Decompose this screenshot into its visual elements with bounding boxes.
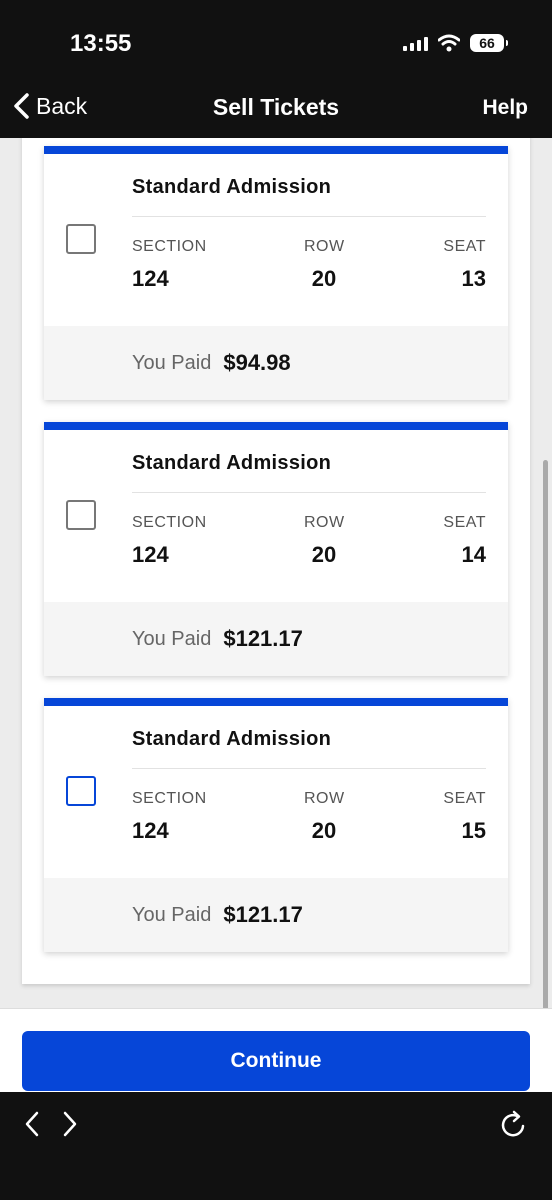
bottom-action-area: Continue <box>0 1008 552 1093</box>
ticket-card: Standard Admission SECTION 124 ROW 20 SE… <box>44 422 508 676</box>
section-column: SECTION 124 <box>132 514 207 568</box>
section-value: 124 <box>132 818 169 843</box>
divider <box>132 492 486 493</box>
seat-column: SEAT 15 <box>443 790 486 844</box>
row-column: ROW 20 <box>304 238 344 292</box>
ticket-type: Standard Admission <box>132 452 332 474</box>
row-column: ROW 20 <box>304 514 344 568</box>
nav-bar: Back Sell Tickets Help <box>0 80 552 138</box>
section-label: SECTION <box>132 790 207 807</box>
status-time: 13:55 <box>70 30 132 57</box>
paid-area: You Paid $121.17 <box>44 602 508 676</box>
row-label: ROW <box>304 238 345 255</box>
ticket-accent-bar <box>44 698 508 706</box>
paid-area: You Paid $121.17 <box>44 878 508 952</box>
ticket-list-area[interactable]: Standard Admission SECTION 124 ROW 20 SE… <box>0 138 552 1008</box>
you-paid-label: You Paid <box>132 903 212 926</box>
reload-button[interactable] <box>496 1106 532 1142</box>
you-paid-label: You Paid <box>132 351 212 374</box>
battery-icon: 66 <box>470 34 508 52</box>
ticket-type: Standard Admission <box>132 176 332 198</box>
status-bar: 13:55 66 <box>0 0 552 80</box>
row-label: ROW <box>304 790 345 807</box>
continue-button[interactable]: Continue <box>22 1031 530 1091</box>
section-column: SECTION 124 <box>132 238 207 292</box>
seat-column: SEAT 13 <box>443 238 486 292</box>
you-paid-label: You Paid <box>132 627 212 650</box>
page-title: Sell Tickets <box>212 94 340 120</box>
paid-area: You Paid $94.98 <box>44 326 508 400</box>
ticket-accent-bar <box>44 146 508 154</box>
seat-label: SEAT <box>443 790 486 807</box>
ticket-type: Standard Admission <box>132 728 332 750</box>
row-value: 20 <box>311 818 337 843</box>
ticket-panel: Standard Admission SECTION 124 ROW 20 SE… <box>22 138 530 984</box>
paid-value: $121.17 <box>223 626 303 651</box>
ticket-checkbox[interactable] <box>66 776 96 806</box>
seat-label: SEAT <box>443 238 486 255</box>
seat-value: 15 <box>461 818 486 843</box>
chevron-right-icon <box>63 1111 77 1137</box>
scrollbar[interactable] <box>543 460 548 1008</box>
row-value: 20 <box>311 542 337 567</box>
seat-label: SEAT <box>443 514 486 531</box>
help-button[interactable]: Help <box>482 96 528 120</box>
ticket-card: Standard Admission SECTION 124 ROW 20 SE… <box>44 698 508 952</box>
chevron-left-icon <box>25 1111 39 1137</box>
ticket-accent-bar <box>44 422 508 430</box>
divider <box>132 216 486 217</box>
ticket-card: Standard Admission SECTION 124 ROW 20 SE… <box>44 146 508 400</box>
paid-value: $94.98 <box>223 350 291 375</box>
row-label: ROW <box>304 514 345 531</box>
paid-value: $121.17 <box>223 902 303 927</box>
section-value: 124 <box>132 266 169 291</box>
ticket-checkbox[interactable] <box>66 224 96 254</box>
browser-toolbar <box>0 1092 552 1200</box>
divider <box>132 768 486 769</box>
section-label: SECTION <box>132 238 207 255</box>
section-label: SECTION <box>132 514 207 531</box>
row-column: ROW 20 <box>304 790 344 844</box>
status-icons: 66 <box>403 34 508 52</box>
seat-value: 14 <box>461 542 486 567</box>
section-value: 124 <box>132 542 169 567</box>
section-column: SECTION 124 <box>132 790 207 844</box>
row-value: 20 <box>311 266 337 291</box>
ticket-checkbox[interactable] <box>66 500 96 530</box>
signal-icon <box>403 35 428 51</box>
wifi-icon <box>438 34 460 52</box>
reload-icon <box>501 1110 525 1137</box>
browser-forward-button[interactable] <box>52 1106 88 1142</box>
seat-column: SEAT 14 <box>443 514 486 568</box>
browser-back-button[interactable] <box>14 1106 50 1142</box>
seat-value: 13 <box>461 266 486 291</box>
